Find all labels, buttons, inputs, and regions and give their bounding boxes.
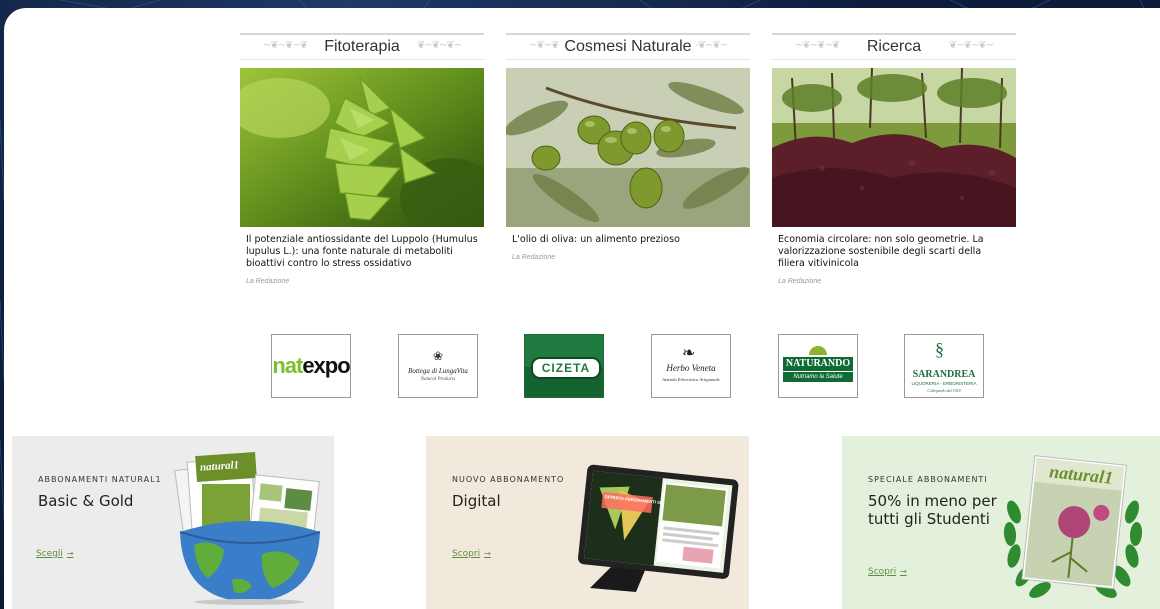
olives-on-branch-photo[interactable] xyxy=(506,68,750,227)
natexpo-nat: nat xyxy=(272,353,303,378)
bottega-sub: Natural Products xyxy=(420,377,456,382)
article-headline[interactable]: Il potenziale antiossidante del Luppolo … xyxy=(240,227,484,270)
choose-link-label: Scegli xyxy=(36,549,63,559)
natexpo-expo: expo xyxy=(302,353,350,378)
promo-studenti: SPECIALE ABBONAMENTI 50% in meno per tut… xyxy=(842,436,1160,609)
article-author: La Redazione xyxy=(246,278,290,285)
tablet-illustration: OFFERTA ABBONAMENTI SPECIALE STUDENTI xyxy=(578,464,739,592)
bottega-emblem-icon: ❀ xyxy=(432,349,444,363)
arrow-right-icon: → xyxy=(900,567,907,576)
ornament-left-icon: ~❦~❦~❦ xyxy=(262,40,308,51)
sarandrea-sub: LIQUORERIA - ERBORISTERIA xyxy=(911,381,977,386)
category-header: ~❦~❦~❦ ❦~❦~❦~ Cosmesi Naturale xyxy=(506,33,750,60)
article-column-cosmesi-naturale: ~❦~❦~❦ ❦~❦~❦~ Cosmesi Naturale L'olio di… xyxy=(506,33,750,261)
sarandrea-emblem-icon: § xyxy=(935,339,944,359)
promo-title-line1: 50% in meno per xyxy=(868,492,997,510)
logo-bottega-lunga-vita[interactable]: ❀ Bottega di LungaVita Natural Products xyxy=(398,334,478,398)
ornament-right-icon: ❦~❦~❦~ xyxy=(948,40,994,51)
naturando-name: NATURANDO xyxy=(783,357,853,371)
promo-title: Basic & Gold xyxy=(38,492,134,510)
naturando-sun-icon xyxy=(809,346,827,355)
arrow-right-icon: → xyxy=(484,549,491,558)
cizeta-name: CIZETA xyxy=(531,357,601,379)
logo-natexpo[interactable]: natexpo xyxy=(271,334,351,398)
arrow-right-icon: → xyxy=(66,549,74,558)
herbo-sub: Azienda Erboristica Artigianale xyxy=(662,377,720,382)
promo-basic-gold: ABBONAMENTI NATURAL1 Basic & Gold Scegli… xyxy=(12,436,334,609)
ornament-left-icon: ~❦~❦~❦ xyxy=(794,40,840,51)
logo-cizeta[interactable]: CIZETA xyxy=(524,334,604,398)
logo-naturando[interactable]: NATURANDO Nutriamo la Salute xyxy=(778,334,858,398)
ornament-right-icon: ❦~❦~❦~ xyxy=(416,40,462,51)
category-title[interactable]: Cosmesi Naturale xyxy=(560,35,696,59)
promo-kicker: SPECIALE ABBONAMENTI xyxy=(868,475,988,484)
promo-title: Digital xyxy=(452,492,501,510)
naturando-sub: Nutriamo la Salute xyxy=(783,372,853,382)
promo-digital: NUOVO ABBONAMENTO Digital Scopri → OFFERT… xyxy=(426,436,749,609)
hop-cone-photo[interactable] xyxy=(240,68,484,227)
category-title[interactable]: Fitoterapia xyxy=(320,35,404,59)
category-header: ~❦~❦~❦ ❦~❦~❦~ Fitoterapia xyxy=(240,33,484,60)
article-author: La Redazione xyxy=(778,278,822,285)
discover-link[interactable]: Scopri → xyxy=(452,549,491,559)
herbo-leaf-icon: ❧ xyxy=(682,343,696,362)
bottega-name: Bottega di LungaVita xyxy=(408,367,468,375)
article-column-fitoterapia: ~❦~❦~❦ ❦~❦~❦~ Fitoterapia Il potenziale … xyxy=(240,33,484,285)
discover-link-label: Scopri xyxy=(452,549,481,559)
discover-link[interactable]: Scopri → xyxy=(868,567,907,577)
promo-kicker: ABBONAMENTI NATURAL1 xyxy=(38,475,162,484)
promo-title-line2: tutti gli Studenti xyxy=(868,510,990,528)
choose-link[interactable]: Scegli → xyxy=(36,549,74,559)
globe-magazines-illustration: natural1 xyxy=(174,451,321,605)
discover-link-label: Scopri xyxy=(868,567,897,577)
article-headline[interactable]: Economia circolare: non solo geometrie. … xyxy=(772,227,1016,270)
sarandrea-name: SARANDREA xyxy=(912,369,976,380)
logo-herbo-veneta[interactable]: ❧ Herbo Veneta Azienda Erboristica Artig… xyxy=(651,334,731,398)
herbo-name: Herbo Veneta xyxy=(666,363,716,373)
article-headline[interactable]: L'olio di oliva: un alimento prezioso xyxy=(506,227,750,246)
category-header: ~❦~❦~❦ ❦~❦~❦~ Ricerca xyxy=(772,33,1016,60)
article-column-ricerca: ~❦~❦~❦ ❦~❦~❦~ Ricerca Economia circolare… xyxy=(772,33,1016,285)
sarandrea-sub2: Collepardo dal 1918 xyxy=(927,388,961,393)
category-title[interactable]: Ricerca xyxy=(862,35,926,59)
vineyard-pomace-photo[interactable] xyxy=(772,68,1016,227)
logo-sarandrea[interactable]: § SARANDREA LIQUORERIA - ERBORISTERIA Co… xyxy=(904,334,984,398)
promo-title: 50% in meno per tutti gli Studenti xyxy=(868,492,997,528)
magazine-laurel-illustration: natural1 xyxy=(1003,455,1143,598)
promo-kicker: NUOVO ABBONAMENTO xyxy=(452,475,565,484)
article-author: La Redazione xyxy=(512,254,556,261)
